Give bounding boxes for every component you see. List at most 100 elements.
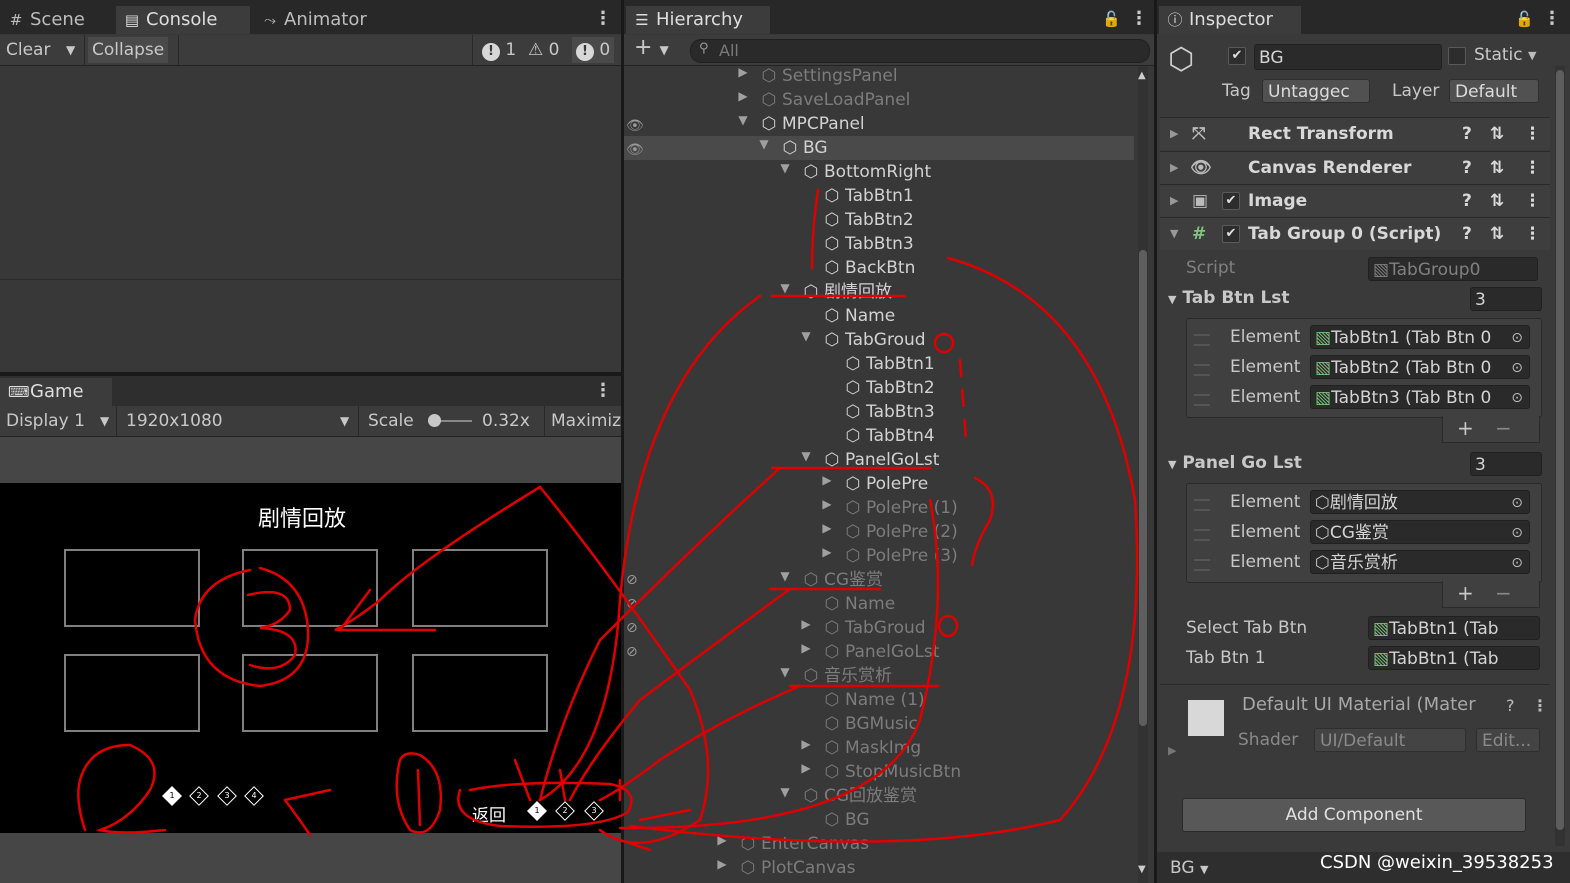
page-dot[interactable]: 1 <box>162 786 182 806</box>
hierarchy-row[interactable]: ⬡ TabBtn1 <box>844 352 935 376</box>
remove-element-icon[interactable]: − <box>1495 581 1512 605</box>
component-menu-icon[interactable]: ⋮ <box>1524 185 1541 217</box>
game-menu-icon[interactable]: ⋮ <box>594 380 612 401</box>
display-dropdown-icon[interactable]: ▼ <box>96 408 113 434</box>
add-element-icon[interactable]: + <box>1457 416 1474 440</box>
hierarchy-row[interactable]: ⬡ TabGroud <box>823 328 926 352</box>
element-object-field[interactable]: ⬡剧情回放 ⊙ <box>1310 490 1530 514</box>
object-picker-icon[interactable]: ⊙ <box>1511 521 1523 543</box>
script-enabled-toggle[interactable]: ✔ <box>1222 225 1240 243</box>
tag-dropdown[interactable]: Untaggec <box>1262 79 1370 103</box>
expanded-arrow-icon[interactable]: ▼ <box>778 281 792 295</box>
hierarchy-row[interactable]: ⬡ BackBtn <box>823 256 916 280</box>
expanded-arrow-icon[interactable]: ▼ <box>778 785 792 799</box>
hierarchy-row[interactable]: ⬡ Name <box>823 304 896 328</box>
hierarchy-menu-icon[interactable]: ⋮ <box>1130 8 1148 29</box>
hierarchy-row[interactable]: ⬡ StopMusicBtn <box>823 760 962 784</box>
component-menu-icon[interactable]: ⋮ <box>1524 152 1541 184</box>
inspector-menu-icon[interactable]: ⋮ <box>1543 8 1561 29</box>
component-menu-icon[interactable]: ⋮ <box>1524 118 1541 150</box>
search-input[interactable]: ⚲ All <box>690 39 1150 63</box>
element-object-field[interactable]: ⬡CG鉴赏 ⊙ <box>1310 520 1530 544</box>
expanded-arrow-icon[interactable]: ▼ <box>799 449 813 463</box>
info-count-toggle[interactable]: ! 0 <box>572 37 615 63</box>
shader-edit-button[interactable]: Edit... <box>1476 728 1540 752</box>
hierarchy-row[interactable]: ⬡ TabBtn3 <box>823 232 914 256</box>
add-element-icon[interactable]: + <box>1457 581 1474 605</box>
page-dot[interactable]: 4 <box>244 786 264 806</box>
reorder-handle-icon[interactable] <box>1194 529 1210 541</box>
hierarchy-row[interactable]: ⬡ TabBtn3 <box>844 400 935 424</box>
collapsed-arrow-icon[interactable]: ▶ <box>799 617 813 631</box>
static-dropdown-icon[interactable]: ▼ <box>1528 49 1536 62</box>
component-image[interactable]: ▶ ▣ ✔ Image ? ⇅ ⋮ <box>1160 184 1550 217</box>
tab-dot[interactable]: 2 <box>555 801 575 821</box>
element-object-field[interactable]: ▧TabBtn3 (Tab Btn 0 ⊙ <box>1310 385 1530 409</box>
footer-object-dropdown[interactable]: BG ▼ <box>1170 858 1208 878</box>
collapsed-arrow-icon[interactable]: ▶ <box>736 65 750 79</box>
console-menu-icon[interactable]: ⋮ <box>594 8 612 29</box>
expand-arrow-icon[interactable]: ▶ <box>1170 118 1178 150</box>
reorder-handle-icon[interactable] <box>1194 559 1210 571</box>
hierarchy-row[interactable]: ⬡ BGMusic <box>823 712 918 736</box>
hierarchy-row[interactable]: ⬡ SettingsPanel <box>760 64 898 88</box>
help-icon[interactable]: ? <box>1462 185 1472 217</box>
collapsed-arrow-icon[interactable]: ▶ <box>715 833 729 847</box>
hierarchy-row[interactable]: ⬡ Name <box>823 592 896 616</box>
tab-console[interactable]: ▤ Console <box>116 6 250 34</box>
visibility-eye-icon[interactable]: 👁 <box>626 118 644 134</box>
collapsed-arrow-icon[interactable]: ▶ <box>736 89 750 103</box>
tab-scene[interactable]: # Scene <box>0 6 112 34</box>
expanded-arrow-icon[interactable]: ▼ <box>799 329 813 343</box>
lock-icon[interactable]: 🔓 <box>1515 10 1534 28</box>
tab-btn-lst-size[interactable]: 3 <box>1470 287 1542 311</box>
scroll-up-icon[interactable]: ▲ <box>1138 70 1146 81</box>
error-count-toggle[interactable]: ! 1 <box>478 37 520 63</box>
hidden-eye-icon[interactable]: ⊘ <box>626 596 638 612</box>
tab-inspector[interactable]: ⓘ Inspector <box>1159 6 1301 34</box>
hierarchy-row[interactable]: ⬡ PolePre (1) <box>844 496 958 520</box>
resolution-dropdown-icon[interactable]: ▼ <box>336 408 353 434</box>
hierarchy-row[interactable]: ⬡ BG <box>823 808 870 832</box>
element-object-field[interactable]: ▧TabBtn2 (Tab Btn 0 ⊙ <box>1310 355 1530 379</box>
shader-dropdown[interactable]: UI/Default <box>1314 728 1466 752</box>
tab-btn-1-field[interactable]: ▧TabBtn1 (Tab <box>1368 646 1540 670</box>
tab-dot[interactable]: 1 <box>527 801 547 821</box>
scroll-down-icon[interactable]: ▼ <box>1138 864 1146 875</box>
hierarchy-row[interactable]: ⬡ Name (1) <box>823 688 925 712</box>
help-icon[interactable]: ? <box>1462 152 1472 184</box>
collapse-button[interactable]: Collapse <box>88 37 169 63</box>
hierarchy-row[interactable]: ⬡ 剧情回放 <box>802 280 892 304</box>
select-tab-btn-field[interactable]: ▧TabBtn1 (Tab <box>1368 616 1540 640</box>
object-picker-icon[interactable]: ⊙ <box>1511 326 1523 348</box>
material-swatch[interactable] <box>1188 700 1224 736</box>
tab-game[interactable]: ⌨Game <box>0 378 112 406</box>
inspector-scrollbar-thumb[interactable] <box>1556 70 1564 830</box>
clear-dropdown-icon[interactable]: ▼ <box>62 37 79 63</box>
reorder-handle-icon[interactable] <box>1194 499 1210 511</box>
hierarchy-row[interactable]: ⬡ TabBtn2 <box>844 376 935 400</box>
tab-dot[interactable]: 3 <box>584 801 604 821</box>
active-toggle[interactable]: ✔ <box>1228 46 1246 66</box>
material-menu-icon[interactable]: ⋮ <box>1532 696 1548 715</box>
page-dot[interactable]: 2 <box>189 786 209 806</box>
static-toggle[interactable] <box>1448 46 1466 66</box>
object-picker-icon[interactable]: ⊙ <box>1511 491 1523 513</box>
collapsed-arrow-icon[interactable]: ▶ <box>820 521 834 535</box>
panel-go-lst-size[interactable]: 3 <box>1470 452 1542 476</box>
add-component-button[interactable]: Add Component <box>1182 798 1526 832</box>
layer-dropdown[interactable]: Default <box>1449 79 1539 103</box>
expanded-arrow-icon[interactable]: ▼ <box>778 665 792 679</box>
visibility-eye-icon[interactable]: 👁 <box>626 142 644 158</box>
hierarchy-row[interactable]: ⬡ BG <box>781 136 828 160</box>
hierarchy-row[interactable]: ⬡ CG鉴赏 <box>802 568 883 592</box>
hierarchy-row[interactable]: ⬡ TabBtn4 <box>844 424 935 448</box>
hierarchy-row[interactable]: ⬡ PanelGoLst <box>823 448 940 472</box>
component-rect-transform[interactable]: ▶ ⤧ Rect Transform ? ⇅ ⋮ <box>1160 117 1550 150</box>
hierarchy-row[interactable]: ⬡ PolePre (2) <box>844 520 958 544</box>
help-icon[interactable]: ? <box>1506 696 1515 715</box>
remove-element-icon[interactable]: − <box>1495 416 1512 440</box>
tab-btn-lst-label[interactable]: ▼ Tab Btn Lst <box>1168 288 1290 308</box>
hierarchy-row[interactable]: ⬡ EnterCanvas <box>739 832 869 856</box>
element-object-field[interactable]: ⬡音乐赏析 ⊙ <box>1310 550 1530 574</box>
